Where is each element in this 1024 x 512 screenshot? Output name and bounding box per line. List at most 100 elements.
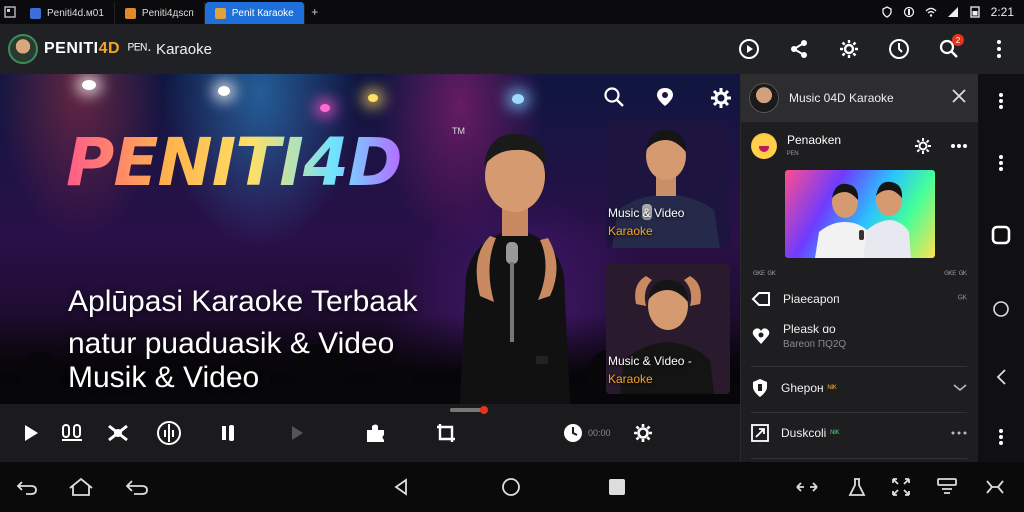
more-menu-button[interactable] xyxy=(974,24,1024,74)
app-header: PENITI4D ᴾᴱᴺ· Kаraoke 2 xyxy=(0,24,1024,74)
panel-video-thumbnail[interactable] xyxy=(785,170,935,258)
list-item-value: ᴳᴷ xyxy=(957,293,967,305)
settings-icon[interactable] xyxy=(914,137,932,155)
settings-button[interactable] xyxy=(824,24,874,74)
nav-recents-button[interactable] xyxy=(602,474,632,500)
pause-button[interactable] xyxy=(214,416,242,450)
rail-more-button[interactable] xyxy=(978,86,1024,116)
flask-button[interactable] xyxy=(842,474,872,500)
more-vert-icon xyxy=(999,93,1003,109)
next-icon xyxy=(292,426,303,440)
list-item[interactable]: Рlеаsk ɑо Вareоп ПQ2Q xyxy=(751,322,967,350)
clock-text: 2:21 xyxy=(990,5,1014,19)
more-vert-icon xyxy=(997,40,1001,58)
screen-button[interactable] xyxy=(932,474,962,500)
window-icon[interactable] xyxy=(0,2,20,22)
mic-button[interactable] xyxy=(58,416,86,450)
collapse-button[interactable] xyxy=(980,474,1010,500)
logo-main: PENITI xyxy=(44,40,99,57)
crop-button[interactable] xyxy=(432,416,460,450)
hero-banner[interactable]: PENITI4D TM Aplūpasi Karaoke Terbaak nat… xyxy=(0,74,740,404)
next-button[interactable] xyxy=(284,416,310,450)
swap-button[interactable] xyxy=(792,474,822,500)
play-icon xyxy=(25,425,38,441)
location-button[interactable] xyxy=(655,86,675,113)
notification-badge: 2 xyxy=(952,34,964,46)
sleep-timer[interactable]: 00:00 xyxy=(562,416,622,450)
undo-button[interactable] xyxy=(12,474,42,500)
list-item-label: Duskcoli xyxy=(781,426,827,440)
chevron-down-icon[interactable] xyxy=(953,384,967,392)
progress-knob[interactable] xyxy=(480,406,488,414)
system-tray: 2:21 xyxy=(881,5,1024,19)
tab-favicon-icon xyxy=(30,7,41,19)
player-settings-button[interactable] xyxy=(630,416,656,450)
divider xyxy=(751,458,967,459)
rail-overflow-button[interactable] xyxy=(978,422,1024,452)
new-tab-button[interactable]: + xyxy=(305,2,325,22)
return-button[interactable] xyxy=(122,474,152,500)
tagline-line-1: Aplūpasi Karaoke Terbaak xyxy=(68,285,418,318)
share-button[interactable] xyxy=(774,24,824,74)
video-thumbnail-1[interactable]: Music & Video Karaoke xyxy=(606,120,730,248)
tab-3-active[interactable]: Pеnіt Кaraoke xyxy=(204,2,305,24)
close-icon xyxy=(952,88,966,103)
channel-row[interactable]: Penaoken ᴾᴱᴺ xyxy=(741,122,978,162)
nav-home-button[interactable] xyxy=(496,474,526,500)
home-icon xyxy=(69,477,93,496)
rail-back-button[interactable] xyxy=(978,362,1024,392)
list-item-subtitle: Вareоп ПQ2Q xyxy=(783,339,847,350)
close-button[interactable] xyxy=(952,88,966,108)
effects-button[interactable] xyxy=(362,416,390,450)
settings-icon xyxy=(840,40,858,58)
panel-avatar[interactable] xyxy=(749,83,779,113)
logo-accent: 4D xyxy=(98,40,121,57)
undo-icon xyxy=(16,481,37,495)
list-item[interactable]: Gheрон ᴺᴵᴷ xyxy=(751,378,967,398)
list-item[interactable]: Duskcoli ᴺᴵᴷ xyxy=(751,424,967,442)
tab-1[interactable]: Pеnitі4d.м01 xyxy=(20,2,115,24)
rail-home-button[interactable] xyxy=(978,294,1024,324)
play-circle-button[interactable] xyxy=(724,24,774,74)
expand-icon xyxy=(751,424,769,442)
hero-settings-button[interactable] xyxy=(709,86,733,115)
video-thumbnail-2[interactable]: Music & Video - Karaoke xyxy=(606,264,730,394)
resize-button[interactable] xyxy=(886,474,916,500)
list-item-tag: ᴺᴵᴷ xyxy=(830,428,840,438)
list-item-label: Gheрон xyxy=(781,381,824,395)
rail-menu-button[interactable] xyxy=(978,148,1024,178)
divider xyxy=(751,412,967,413)
system-nav-bar xyxy=(0,462,1024,512)
puzzle-icon xyxy=(367,424,384,442)
timer-button[interactable] xyxy=(874,24,924,74)
shuffle-button[interactable] xyxy=(104,416,132,450)
rail-window-button[interactable] xyxy=(978,220,1024,250)
more-horiz-icon[interactable] xyxy=(951,431,967,435)
nav-back-button[interactable] xyxy=(386,474,416,500)
brand-logo: PENITI4D xyxy=(66,124,403,201)
battery-icon xyxy=(969,6,980,18)
progress-bar[interactable] xyxy=(450,406,488,414)
list-item[interactable]: Ріаеєароп ᴳᴷ xyxy=(751,290,967,308)
clock-icon xyxy=(564,424,582,442)
pause-icon xyxy=(222,425,234,441)
resize-icon xyxy=(892,478,910,496)
more-horiz-icon[interactable] xyxy=(950,143,968,149)
search-button[interactable] xyxy=(603,86,625,113)
search-notify-button[interactable]: 2 xyxy=(924,24,974,74)
home-button[interactable] xyxy=(66,474,96,500)
side-panel: Music 04D Karaoke Penaoken ᴾᴱᴺ ᴳᴷᴱ ᴳᴷ ᴳᴷ… xyxy=(740,74,978,462)
panel-title: Music 04D Karaoke xyxy=(789,91,894,105)
divider xyxy=(751,366,967,367)
avatar[interactable] xyxy=(8,34,38,64)
tab-2[interactable]: Pеnіtі4дѕсп xyxy=(115,2,205,24)
circle-home-icon xyxy=(502,478,520,496)
play-circle-icon xyxy=(739,39,759,59)
singer-image xyxy=(460,133,570,404)
wifi-icon xyxy=(925,7,937,17)
play-button[interactable] xyxy=(18,416,44,450)
search-icon xyxy=(604,87,624,107)
equalizer-button[interactable] xyxy=(154,416,184,450)
player-controls: 00:00 xyxy=(0,404,740,462)
app-logo[interactable]: PENITI4D xyxy=(44,40,120,58)
